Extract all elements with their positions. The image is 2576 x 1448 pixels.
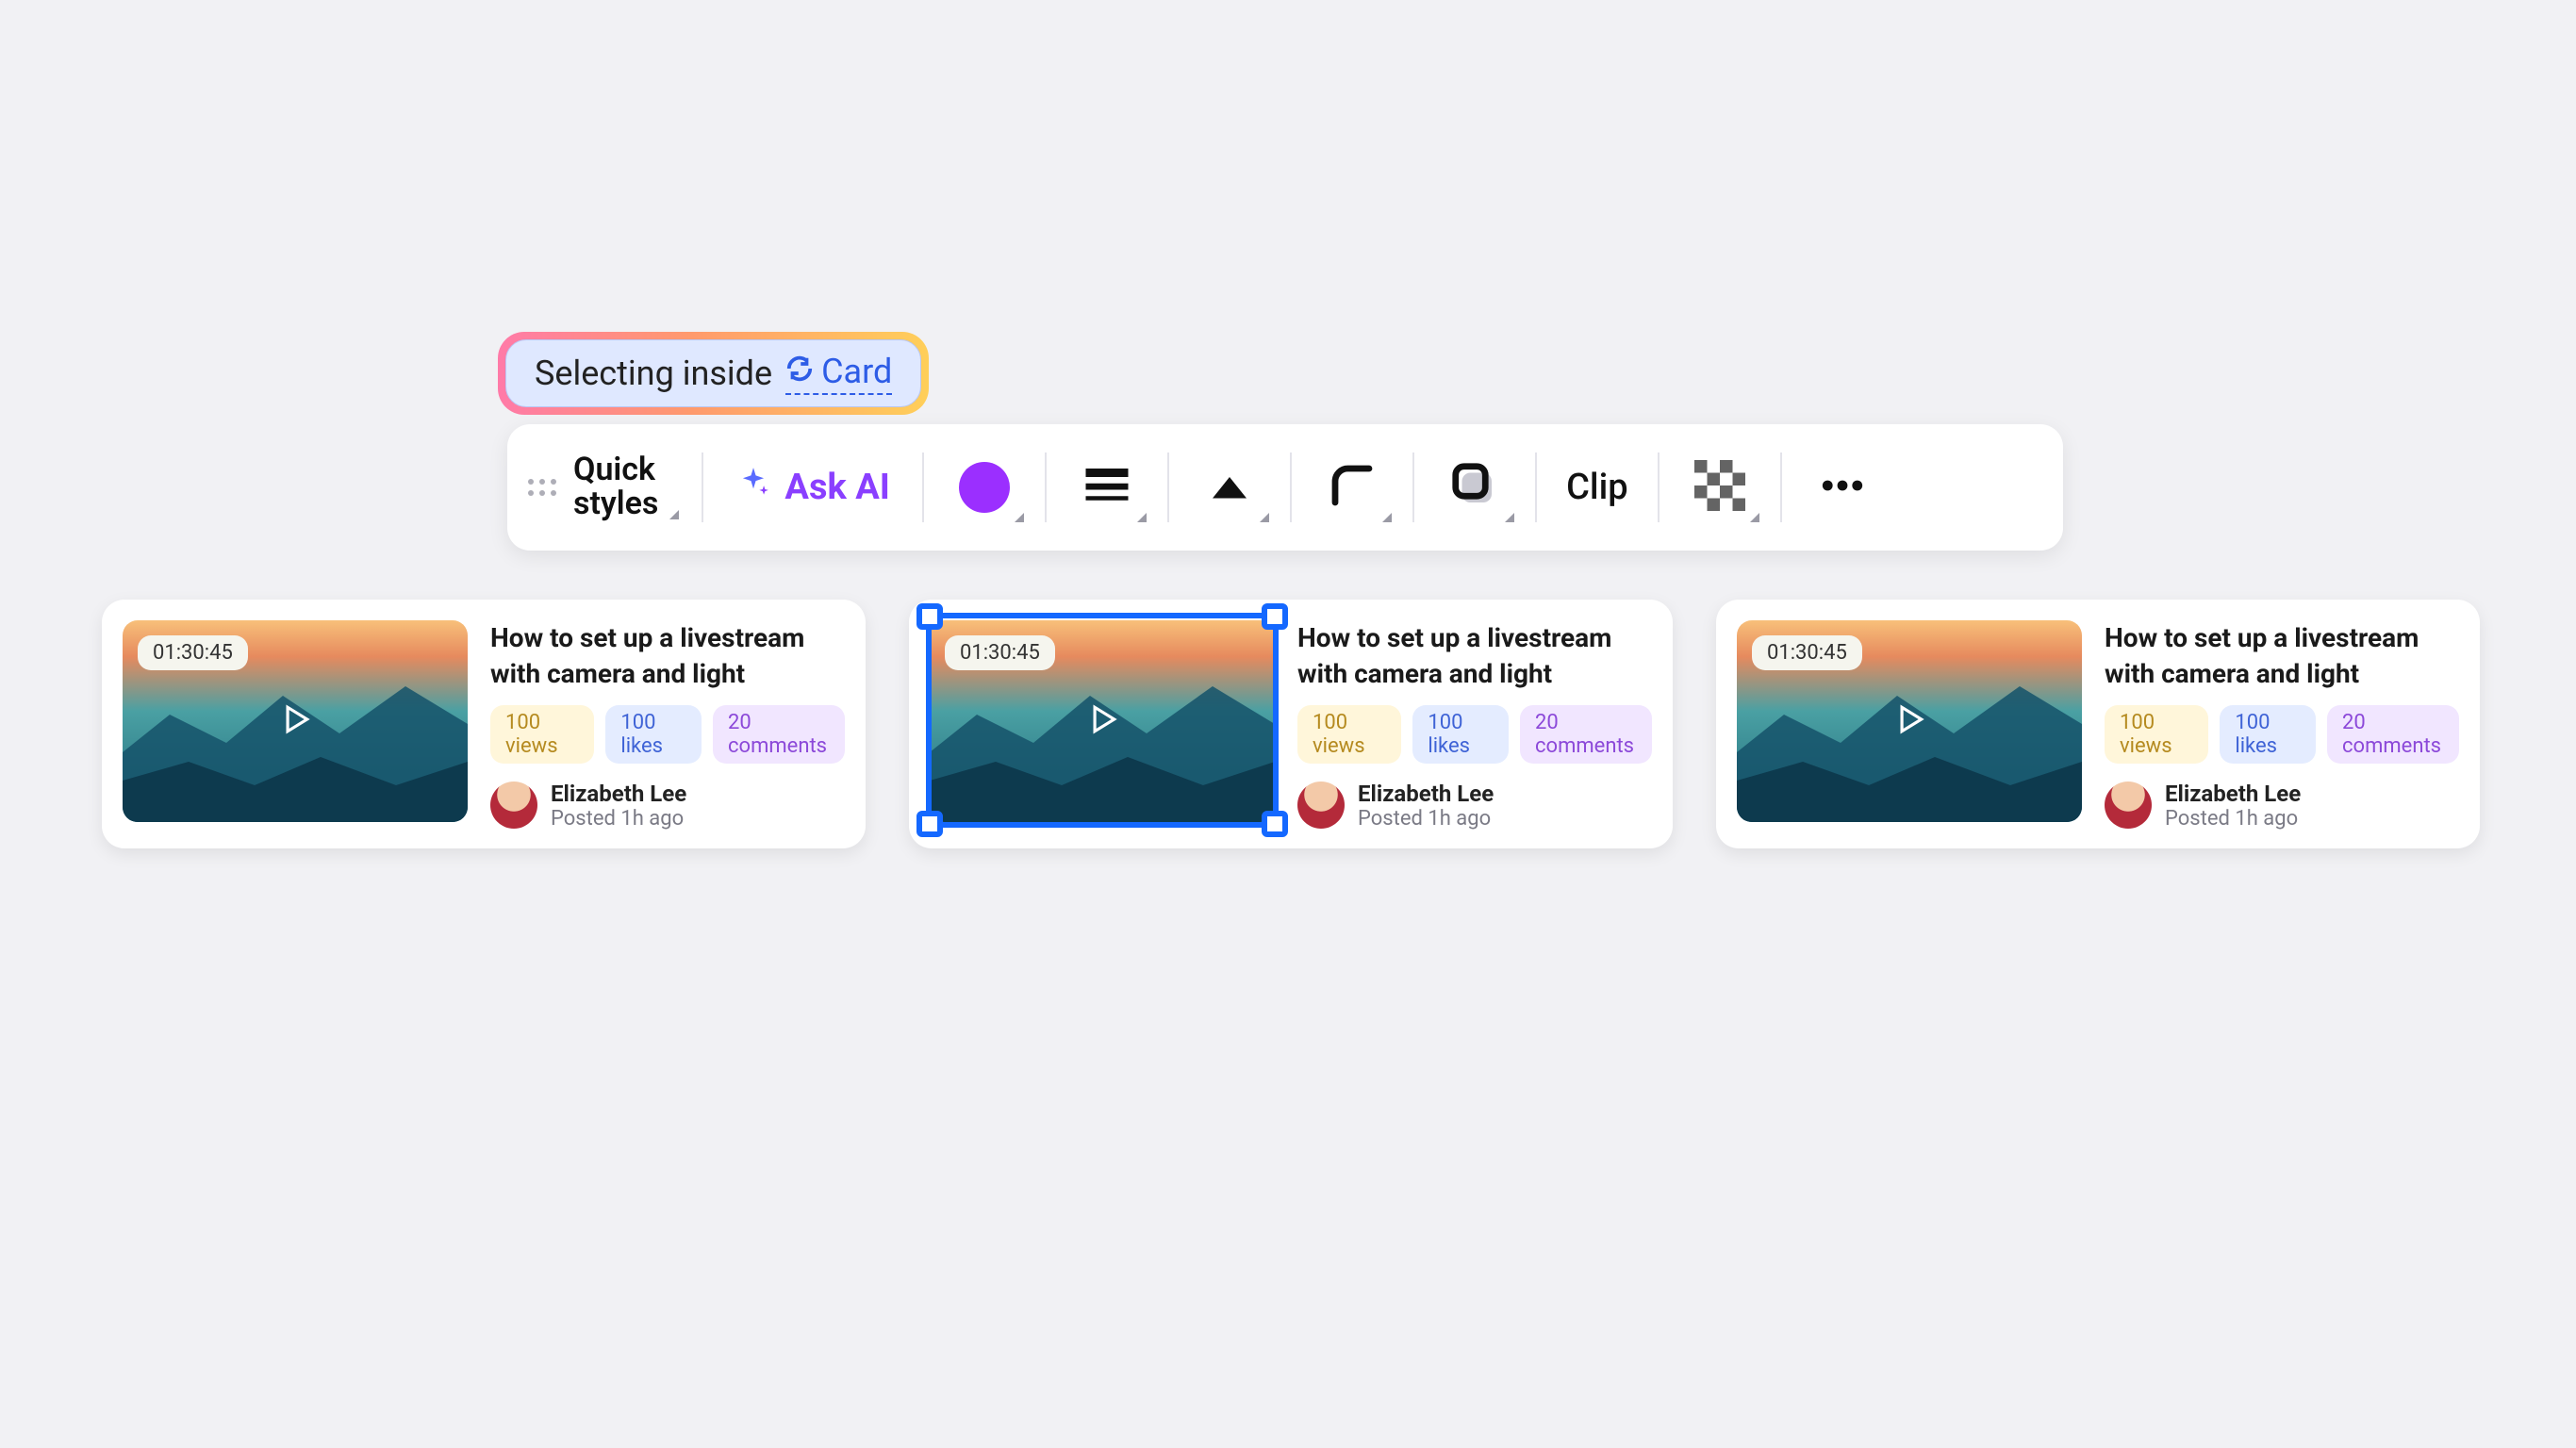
play-icon [1084,701,1120,741]
clip-button[interactable]: Clip [1554,445,1641,530]
context-toolbar: Quick styles Ask AI Clip [507,424,2063,551]
divider [922,452,924,522]
video-card[interactable]: 01:30:45 How to set up a livestream with… [909,600,1673,848]
selection-target-label: Card [821,352,892,391]
stat-chips: 100 views 100 likes 20 comments [490,705,845,764]
author-row: Elizabeth Lee Posted 1h ago [2105,781,2459,831]
divider [1167,452,1169,522]
comments-chip: 20 comments [1520,705,1652,764]
checkerboard-icon [1694,460,1745,515]
video-card[interactable]: 01:30:45 How to set up a livestream with… [1716,600,2480,848]
views-chip: 100 views [1297,705,1401,764]
video-title: How to set up a livestream with camera a… [1297,620,1652,692]
cards-row: 01:30:45 How to set up a livestream with… [102,600,2480,848]
divider [1045,452,1047,522]
shadow-button[interactable] [1431,445,1518,530]
drag-grip-icon[interactable] [528,479,562,496]
video-thumbnail[interactable]: 01:30:45 [1737,620,2082,822]
duration-badge: 01:30:45 [138,635,248,670]
comments-chip: 20 comments [713,705,845,764]
avatar [1297,782,1345,829]
duration-badge: 01:30:45 [1752,635,1862,670]
author-name: Elizabeth Lee [1358,781,1494,807]
sparkle-icon [735,465,771,510]
divider [1535,452,1537,522]
fill-color-button[interactable] [941,445,1028,530]
author-row: Elizabeth Lee Posted 1h ago [490,781,845,831]
shadow-icon [1449,460,1500,515]
play-icon [1891,701,1927,741]
video-title: How to set up a livestream with camera a… [490,620,845,692]
selection-scope-pill: Selecting inside Card [498,332,929,415]
opacity-button[interactable] [1676,445,1763,530]
clip-label: Clip [1555,467,1640,508]
video-title: How to set up a livestream with camera a… [2105,620,2459,692]
posted-time: Posted 1h ago [2165,807,2301,831]
divider [702,452,703,522]
likes-chip: 100 likes [605,705,702,764]
avatar [2105,782,2152,829]
stat-chips: 100 views 100 likes 20 comments [1297,705,1652,764]
divider [1658,452,1660,522]
ask-ai-label: Ask AI [784,467,889,508]
divider [1290,452,1292,522]
views-chip: 100 views [490,705,594,764]
ask-ai-button[interactable]: Ask AI [720,465,904,510]
selection-target-link[interactable]: Card [785,352,892,395]
posted-time: Posted 1h ago [1358,807,1494,831]
video-card[interactable]: 01:30:45 How to set up a livestream with… [102,600,866,848]
divider [1412,452,1414,522]
refresh-icon [785,352,814,391]
fill-circle-icon [959,462,1010,513]
comments-chip: 20 comments [2327,705,2459,764]
author-name: Elizabeth Lee [2165,781,2301,807]
corner-radius-button[interactable] [1309,445,1395,530]
card-body: How to set up a livestream with camera a… [2105,620,2459,828]
more-button[interactable] [1799,445,1886,530]
triangle-up-icon [1204,460,1255,515]
card-body: How to set up a livestream with camera a… [490,620,845,828]
more-horizontal-icon [1817,460,1868,515]
flip-button[interactable] [1186,445,1273,530]
play-icon [277,701,313,741]
divider [1780,452,1782,522]
card-body: How to set up a livestream with camera a… [1297,620,1652,828]
stat-chips: 100 views 100 likes 20 comments [2105,705,2459,764]
likes-chip: 100 likes [2220,705,2316,764]
stroke-lines-icon [1082,460,1132,515]
video-thumbnail[interactable]: 01:30:45 [930,620,1275,822]
views-chip: 100 views [2105,705,2208,764]
likes-chip: 100 likes [1412,705,1509,764]
duration-badge: 01:30:45 [945,635,1055,670]
posted-time: Posted 1h ago [551,807,686,831]
author-name: Elizabeth Lee [551,781,686,807]
selection-prefix: Selecting inside [535,354,772,393]
avatar [490,782,537,829]
stroke-button[interactable] [1064,445,1150,530]
video-thumbnail[interactable]: 01:30:45 [123,620,468,822]
quick-styles-button[interactable]: Quick styles [573,453,685,520]
author-row: Elizabeth Lee Posted 1h ago [1297,781,1652,831]
corner-radius-icon [1327,460,1378,515]
